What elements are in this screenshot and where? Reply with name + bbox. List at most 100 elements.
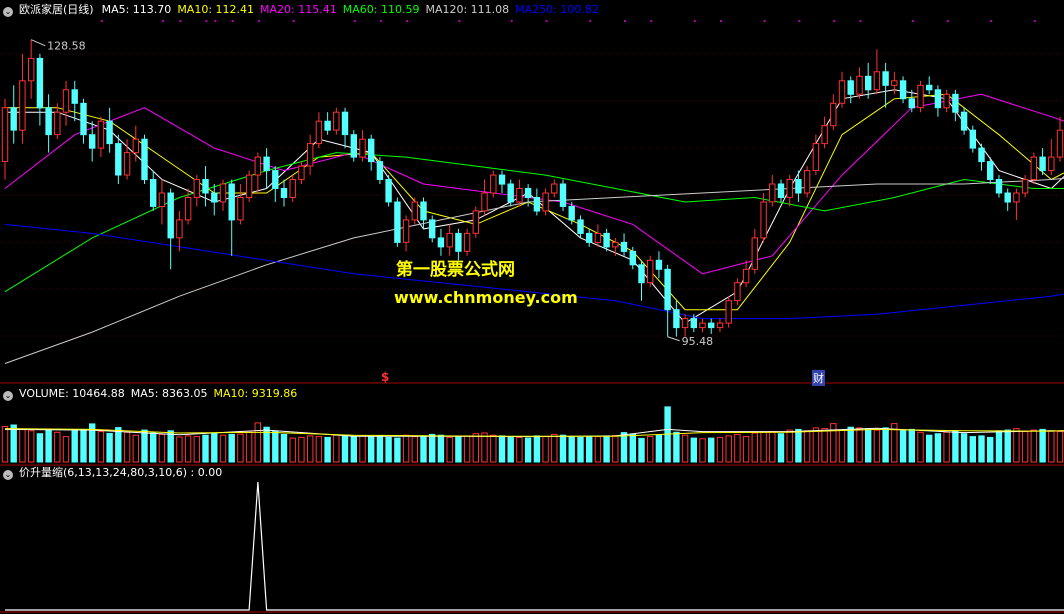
indicator-signal-line (5, 481, 1064, 611)
indicator-panel-menu-icon[interactable]: ⌄ (3, 470, 13, 480)
event-dot (406, 20, 409, 22)
candle (97, 116, 105, 158)
ma5-legend: MA5: 113.70 (101, 3, 172, 16)
candle (350, 130, 358, 162)
volume-bar (734, 433, 741, 463)
volume-bar (1, 426, 9, 463)
volume-bar (359, 435, 366, 463)
event-dot (859, 20, 862, 22)
volume-bar (708, 437, 715, 463)
ma10-legend: MA10: 112.41 (177, 3, 255, 16)
candle (28, 39, 35, 99)
event-dot (257, 20, 260, 22)
volume-bar (394, 437, 401, 463)
candle-body (402, 219, 410, 243)
ma20-legend: MA20: 115.41 (260, 3, 337, 16)
stock-chart: 128.58 95.48 (0, 20, 1064, 613)
candle-body (952, 93, 959, 113)
indicator-line (5, 481, 1064, 611)
candle-body (908, 98, 915, 109)
candle (429, 215, 436, 243)
candle (708, 318, 715, 334)
candle (760, 193, 767, 243)
ma60-legend: MA60: 110.59 (342, 3, 420, 16)
candle-body (263, 156, 270, 172)
candle-body (315, 120, 323, 145)
candle (995, 175, 1003, 198)
candle-body (847, 80, 854, 95)
candle-body (838, 80, 846, 104)
candle-body (629, 250, 636, 266)
volume-bar (673, 431, 680, 463)
volume-bar (978, 435, 985, 463)
volume-bar (873, 429, 881, 463)
event-dot (231, 20, 234, 22)
event-dot (693, 20, 696, 22)
candle-body (516, 188, 523, 203)
candle-body (873, 71, 881, 91)
event-dot (589, 20, 592, 22)
candle (106, 107, 113, 153)
event-dot (205, 20, 208, 22)
candle (150, 170, 157, 211)
volume-bar (995, 430, 1003, 463)
volume-bar (1056, 431, 1064, 463)
candle-body (725, 300, 732, 324)
price-panel-menu-icon[interactable]: ⌄ (3, 7, 13, 17)
volume-panel-menu-icon[interactable]: ⌄ (3, 391, 13, 401)
event-dot (292, 20, 295, 22)
volume-bar (577, 436, 584, 463)
volume-bar (1021, 431, 1029, 463)
candle-body (1056, 129, 1064, 158)
indicator-label: 价升量缩(6,13,13,24,80,3,10,6) : 0.00 (19, 466, 223, 479)
finance-marker[interactable]: 财 (812, 370, 825, 386)
volume-bar (516, 436, 523, 463)
volume-bar (655, 434, 663, 463)
volume-bar (80, 428, 87, 463)
candle (463, 228, 471, 256)
event-dot (833, 20, 836, 22)
candle (856, 67, 863, 99)
candle-body (193, 179, 201, 198)
candle (298, 161, 305, 185)
candle-body (324, 120, 331, 131)
candle (673, 300, 680, 337)
volume-bar (638, 437, 645, 463)
candle-body (106, 120, 113, 145)
candle-body (1039, 156, 1046, 172)
volume-bar (289, 437, 296, 463)
volume-bar (333, 434, 340, 463)
candle (638, 260, 645, 301)
candle (402, 215, 410, 252)
candle (19, 53, 26, 144)
candle (289, 175, 296, 202)
volume-bar (760, 431, 767, 463)
candle-body (80, 102, 87, 136)
candle-body (995, 179, 1003, 194)
volume-bar (446, 436, 453, 463)
high-pointer (30, 39, 46, 47)
volume-bar (280, 433, 288, 463)
candle-body (751, 237, 758, 270)
volume-bar (908, 428, 915, 463)
candle-body (1021, 179, 1029, 194)
candle-body (184, 197, 192, 221)
candle (141, 134, 148, 185)
candle-body (926, 84, 933, 91)
volume-bars (1, 406, 1064, 463)
volume-bar (411, 436, 419, 463)
event-dot (100, 20, 103, 22)
candle (167, 188, 174, 270)
low-pointer (667, 336, 680, 342)
candle (769, 175, 776, 207)
candle (158, 179, 166, 225)
volume-bar (952, 430, 959, 463)
candle-body (960, 111, 968, 131)
volume-bar (211, 433, 218, 463)
volume-bar (45, 428, 52, 463)
volume-bar (786, 429, 793, 463)
dividend-marker[interactable]: $ (381, 370, 389, 384)
candle-body (603, 232, 610, 248)
candle (516, 179, 523, 207)
candle (411, 197, 419, 225)
